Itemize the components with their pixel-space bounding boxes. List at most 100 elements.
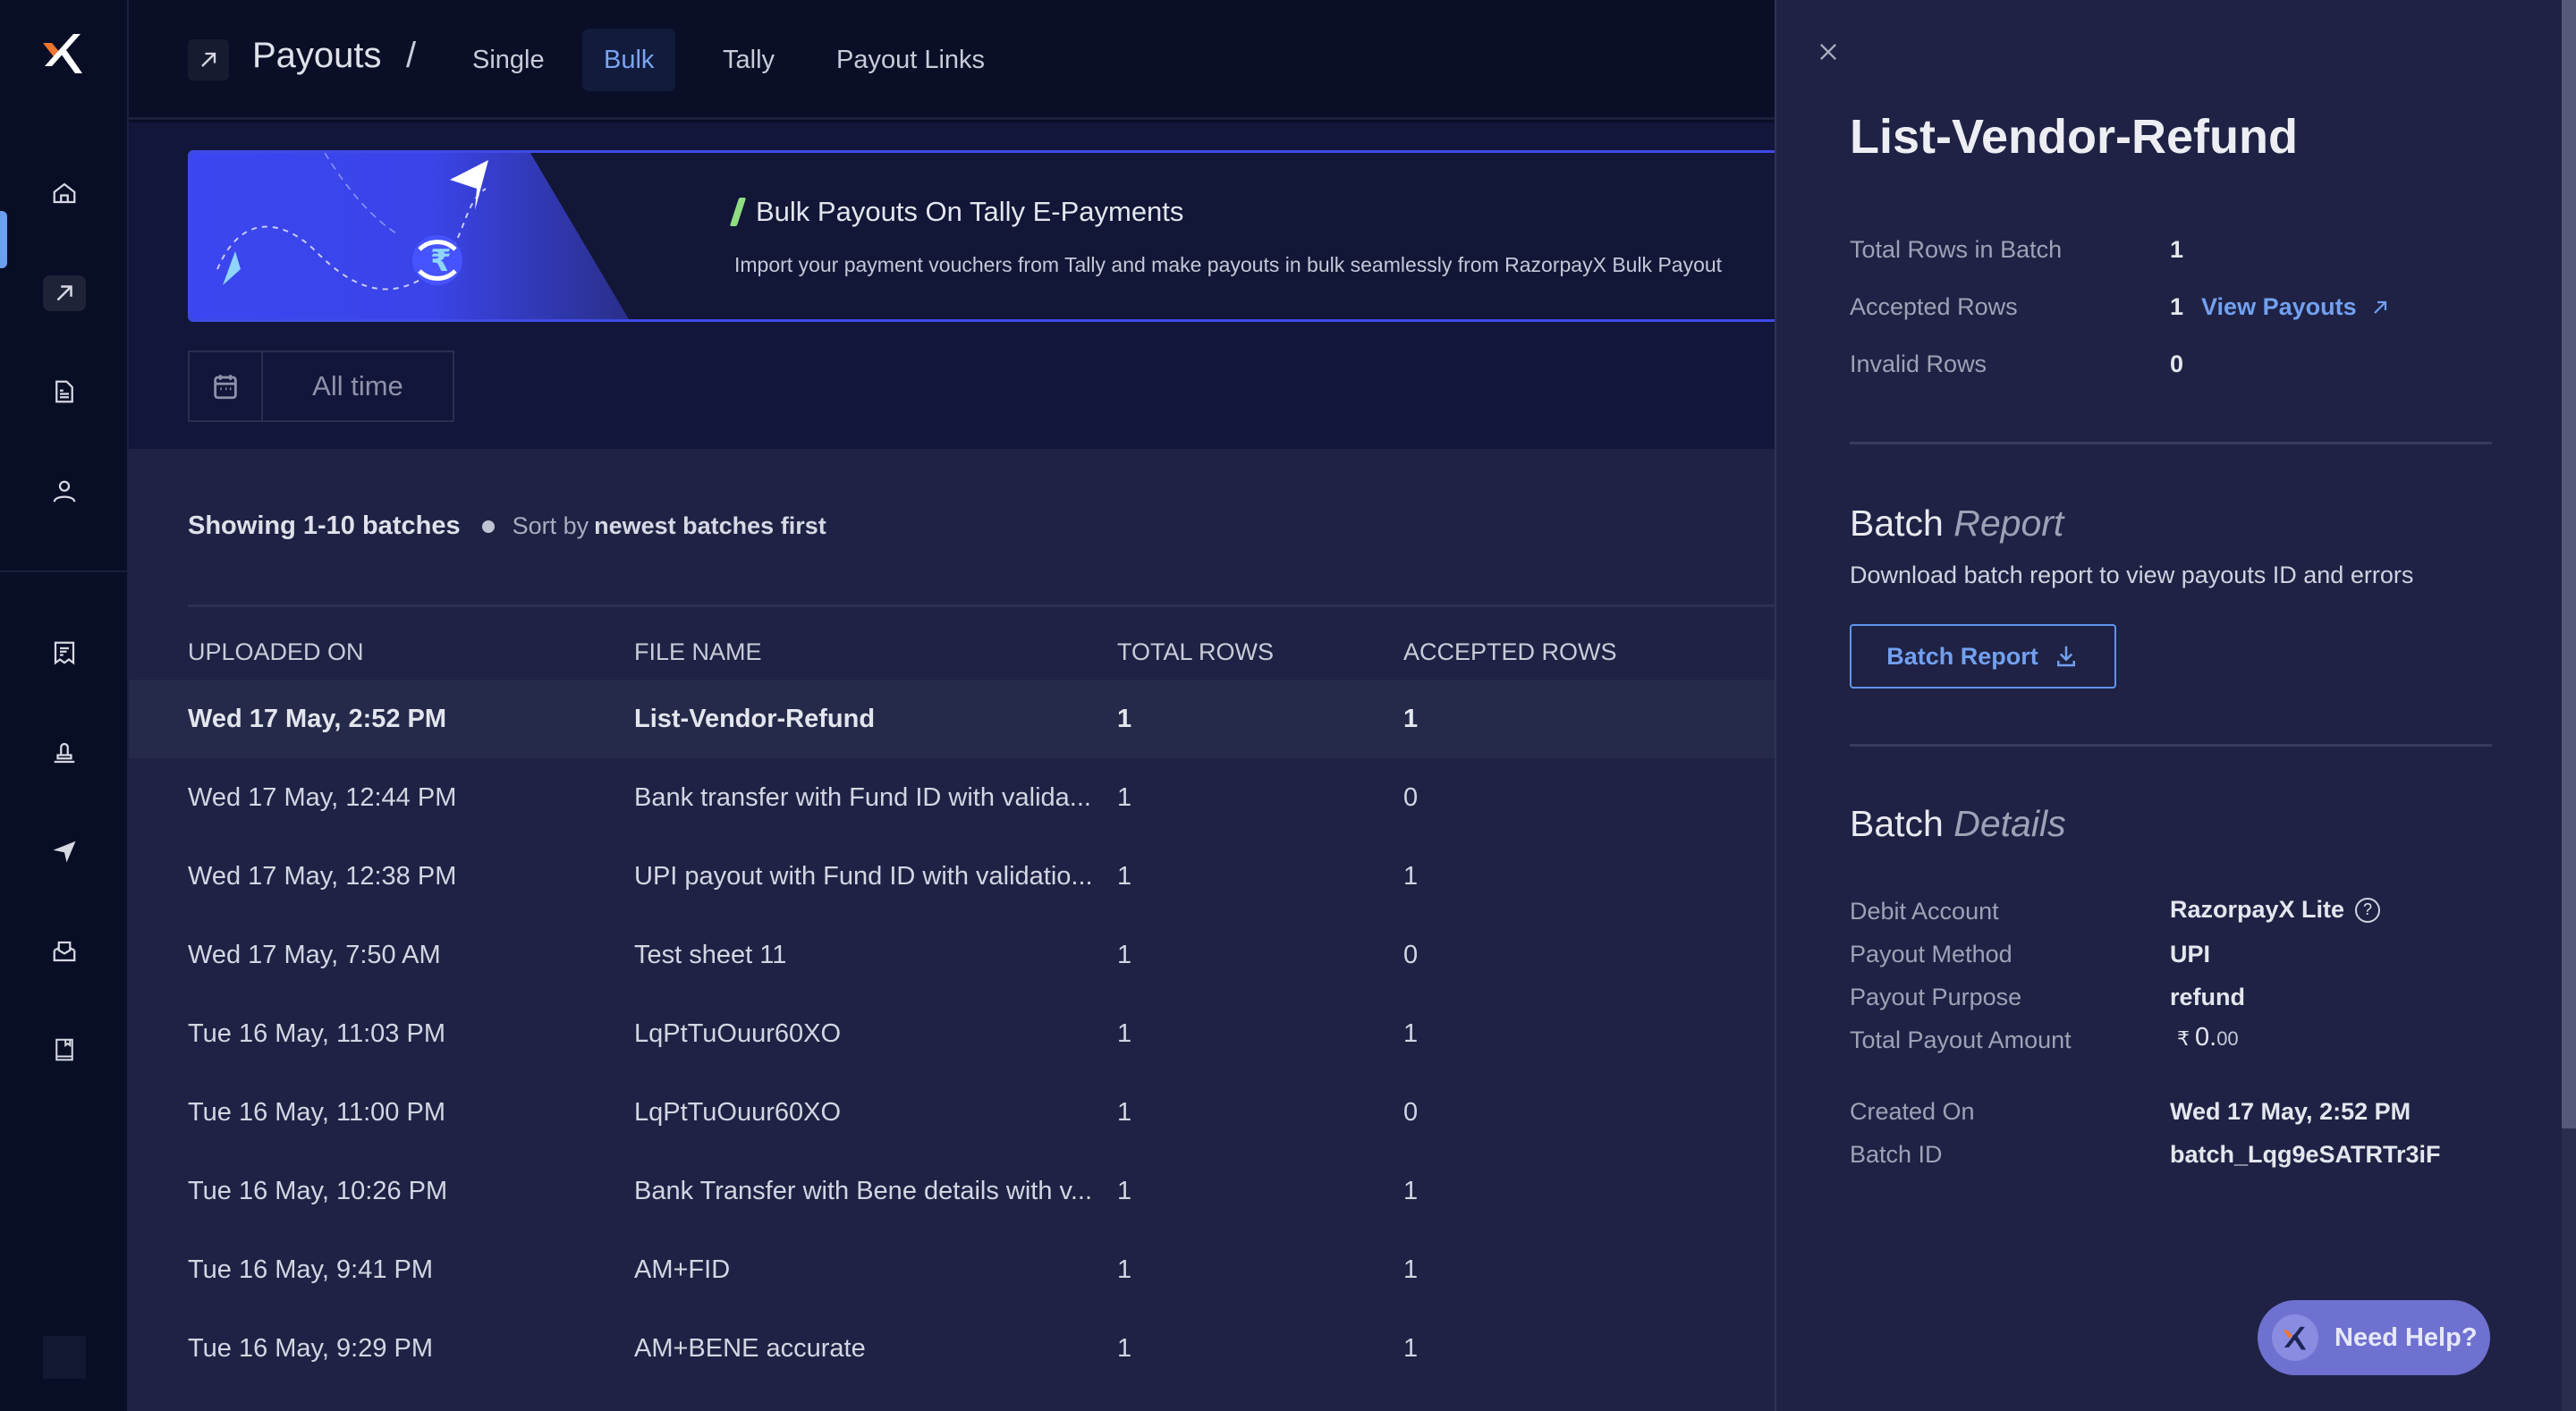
sort-value[interactable]: newest batches first xyxy=(594,512,826,540)
column-header-accepted-rows: ACCEPTED ROWS xyxy=(1403,638,1617,665)
tab-payout-links[interactable]: Payout Links xyxy=(815,29,1006,91)
batch-details-heading: Batch Details xyxy=(1850,803,2066,845)
page-title: Payouts xyxy=(252,36,382,75)
date-range-filter[interactable]: All time xyxy=(188,351,454,422)
cell-accepted-rows: 0 xyxy=(1403,782,1419,812)
panel-divider xyxy=(1850,744,2492,747)
debit-account-text: RazorpayX Lite xyxy=(2170,896,2345,923)
table-row[interactable]: Tue 16 May, 10:26 PM Bank Transfer with B… xyxy=(129,1152,1775,1230)
batch-details-heading-main: Batch xyxy=(1850,803,1944,844)
table-row[interactable]: Tue 16 May, 11:03 PM LqPtTuOuur60XO 1 1 xyxy=(129,994,1775,1073)
cell-uploaded-on: Tue 16 May, 9:29 PM xyxy=(188,1333,434,1363)
sidebar-item-home[interactable] xyxy=(43,175,86,211)
tab-bulk[interactable]: Bulk xyxy=(582,29,676,91)
calendar-button[interactable] xyxy=(190,352,263,420)
view-payouts-link[interactable]: View Payouts xyxy=(2201,293,2391,321)
created-on-label: Created On xyxy=(1850,1098,1975,1125)
payout-method-label: Payout Method xyxy=(1850,941,2012,967)
download-batch-report-button[interactable]: Batch Report xyxy=(1850,624,2116,689)
cell-total-rows: 1 xyxy=(1117,861,1132,891)
table-row[interactable]: Tue 16 May, 11:00 PM LqPtTuOuur60XO 1 0 xyxy=(129,1073,1775,1152)
sidebar-item-invoices[interactable] xyxy=(43,374,86,410)
inbox-icon xyxy=(53,941,76,962)
amount-decimal: 00 xyxy=(2216,1027,2239,1050)
table-divider xyxy=(188,604,1775,607)
cell-file-name: UPI payout with Fund ID with validatio..… xyxy=(634,861,1093,891)
table-row[interactable]: Wed 17 May, 12:44 PM Bank transfer with F… xyxy=(129,758,1775,837)
created-on-value: Wed 17 May, 2:52 PM xyxy=(2170,1098,2411,1125)
cell-file-name: List-Vendor-Refund xyxy=(634,704,876,733)
cell-file-name: AM+FID xyxy=(634,1255,731,1284)
user-icon xyxy=(53,480,76,503)
svg-text:₹: ₹ xyxy=(430,243,452,279)
batch-report-heading-em: Report xyxy=(1953,503,2064,544)
tab-tally[interactable]: Tally xyxy=(701,29,796,91)
sidebar-bottom-slot[interactable] xyxy=(43,1336,86,1379)
payout-purpose-value: refund xyxy=(2170,984,2245,1010)
external-link-icon xyxy=(2373,300,2386,314)
sidebar-item-inbox[interactable] xyxy=(43,934,86,969)
batch-report-description: Download batch report to view payouts ID… xyxy=(1850,562,2414,588)
accepted-rows-value: 1 View Payouts xyxy=(2170,293,2391,321)
column-header-total-rows: TOTAL ROWS xyxy=(1117,638,1275,665)
tally-promo-banner[interactable]: ₹ Bulk Payouts On Tally E-Payments Impor… xyxy=(188,150,1776,322)
payout-method-value: UPI xyxy=(2170,941,2211,967)
batch-id-value: batch_Lqg9eSATRTr3iF xyxy=(2170,1141,2441,1168)
total-rows-label: Total Rows in Batch xyxy=(1850,236,2063,263)
cell-uploaded-on: Tue 16 May, 11:03 PM xyxy=(188,1018,445,1048)
close-panel-button[interactable] xyxy=(1812,36,1844,68)
cell-total-rows: 1 xyxy=(1117,940,1132,969)
panel-scrollbar-thumb[interactable] xyxy=(2562,0,2576,1129)
sidebar-item-vendor-payments[interactable] xyxy=(43,735,86,771)
sidebar-item-payout-links[interactable] xyxy=(43,833,86,869)
cell-total-rows: 1 xyxy=(1117,1176,1132,1205)
table-row[interactable]: Wed 17 May, 7:50 AM Test sheet 11 1 0 xyxy=(129,916,1775,994)
batch-id-label: Batch ID xyxy=(1850,1141,1943,1168)
arrow-up-right-icon xyxy=(56,285,72,301)
stamp-icon xyxy=(54,742,75,764)
total-payout-amount-label: Total Payout Amount xyxy=(1850,1027,2072,1053)
view-payouts-label: View Payouts xyxy=(2201,293,2357,320)
debit-account-value: RazorpayX Lite ? xyxy=(2170,896,2381,924)
table-row[interactable]: Tue 16 May, 9:41 PM AM+FID 1 1 xyxy=(129,1230,1775,1309)
help-circle-icon[interactable]: ? xyxy=(2355,897,2381,923)
razorpayx-logo[interactable] xyxy=(41,32,86,77)
rupee-symbol: ₹ xyxy=(2177,1027,2190,1050)
need-help-label: Need Help? xyxy=(2334,1322,2478,1352)
cell-file-name: AM+BENE accurate xyxy=(634,1333,866,1363)
breadcrumb-separator: / xyxy=(406,36,417,75)
banner-accent-mark xyxy=(729,198,747,226)
batch-details-heading-em: Details xyxy=(1953,803,2066,844)
arrow-up-right-icon xyxy=(201,52,216,67)
batch-title: List-Vendor-Refund xyxy=(1850,110,2298,164)
active-nav-indicator xyxy=(0,211,7,268)
table-row[interactable]: Wed 17 May, 12:38 PM UPI payout with Fund… xyxy=(129,837,1775,916)
sidebar-item-reports[interactable] xyxy=(43,1032,86,1068)
sidebar-divider xyxy=(0,570,129,572)
cell-accepted-rows: 0 xyxy=(1403,940,1419,969)
cell-total-rows: 1 xyxy=(1117,782,1132,812)
panel-scrollbar[interactable] xyxy=(2562,0,2576,1411)
sidebar-item-contacts[interactable] xyxy=(43,474,86,510)
column-header-file-name: FILE NAME xyxy=(634,638,762,665)
cell-accepted-rows: 1 xyxy=(1403,1333,1419,1363)
tab-single[interactable]: Single xyxy=(451,29,566,91)
table-row[interactable]: Wed 17 May, 2:52 PM List-Vendor-Refund 1 1 xyxy=(129,680,1775,758)
separator-dot xyxy=(481,520,495,533)
cell-accepted-rows: 1 xyxy=(1403,1018,1419,1048)
need-help-button[interactable]: Need Help? xyxy=(2258,1300,2490,1375)
table-row[interactable]: Tue 16 May, 9:29 PM AM+BENE accurate 1 1 xyxy=(129,1309,1775,1388)
cell-accepted-rows: 1 xyxy=(1403,704,1419,733)
cell-total-rows: 1 xyxy=(1117,1333,1132,1363)
showing-count: Showing 1-10 batches xyxy=(188,511,461,540)
cell-accepted-rows: 0 xyxy=(1403,1097,1419,1127)
batch-report-button-label: Batch Report xyxy=(1886,642,2038,670)
sidebar-item-tax-payments[interactable] xyxy=(43,635,86,671)
close-icon xyxy=(1820,44,1836,60)
sidebar-item-payouts[interactable] xyxy=(43,275,86,311)
cell-total-rows: 1 xyxy=(1117,704,1132,733)
debit-account-label: Debit Account xyxy=(1850,898,1999,925)
cell-file-name: LqPtTuOuur60XO xyxy=(634,1097,842,1127)
invalid-rows-label: Invalid Rows xyxy=(1850,351,1987,377)
invalid-rows-value: 0 xyxy=(2170,351,2184,377)
